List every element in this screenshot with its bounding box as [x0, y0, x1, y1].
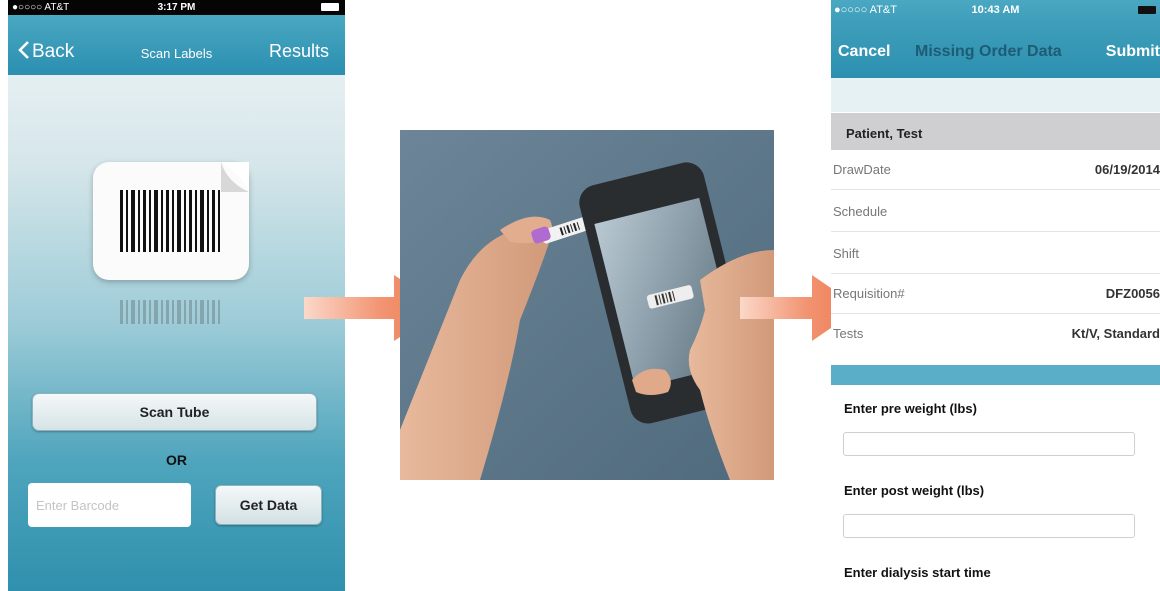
- post-weight-input[interactable]: [843, 514, 1135, 538]
- pre-weight-input[interactable]: [843, 432, 1135, 456]
- submit-button[interactable]: Submit: [1106, 43, 1160, 61]
- row-key: Requisition#: [833, 286, 905, 301]
- nav-title: Missing Order Data: [915, 43, 1062, 60]
- status-time: 10:43 AM: [971, 4, 1020, 16]
- detail-row: DrawDate 06/19/2014: [831, 150, 1160, 190]
- scanning-photo: [400, 130, 774, 480]
- spacer-band: [831, 78, 1160, 112]
- pre-weight-label: Enter pre weight (lbs): [844, 401, 977, 416]
- section-divider: [831, 365, 1160, 385]
- row-key: Shift: [833, 246, 860, 261]
- row-value: DFZ0056: [1105, 286, 1160, 301]
- row-key: DrawDate: [833, 162, 891, 177]
- nav-bar: Back Scan Labels Results: [8, 15, 345, 75]
- detail-row: Shift: [831, 234, 1160, 274]
- battery-icon: [1138, 6, 1156, 14]
- results-button[interactable]: Results: [269, 41, 329, 62]
- row-key: Tests: [833, 326, 864, 341]
- section-header-label: Patient, Test: [846, 126, 923, 141]
- row-key: Schedule: [833, 204, 888, 219]
- detail-row: Requisition# DFZ0056: [831, 274, 1160, 314]
- barcode-input[interactable]: [28, 483, 191, 527]
- get-data-button[interactable]: Get Data: [215, 485, 322, 525]
- status-bar: ●○○○○ AT&T 3:17 PM: [8, 0, 345, 15]
- post-weight-label: Enter post weight (lbs): [844, 483, 985, 498]
- cancel-button[interactable]: Cancel: [838, 43, 890, 61]
- barcode-label-illustration: [93, 162, 249, 280]
- row-value: 06/19/2014: [1094, 162, 1160, 177]
- right-phone-screen: ●○○○○ AT&T 10:43 AM Cancel Missing Order…: [831, 0, 1160, 591]
- detail-row: Schedule: [831, 192, 1160, 232]
- barcode-icon: [120, 162, 249, 252]
- or-divider-text: OR: [166, 452, 187, 468]
- barcode-reflection: [93, 298, 249, 328]
- status-time: 3:17 PM: [157, 2, 196, 13]
- scan-tube-button[interactable]: Scan Tube: [32, 393, 317, 431]
- left-phone-screen: ●○○○○ AT&T 3:17 PM Back Scan Labels Resu…: [8, 0, 345, 591]
- section-header: Patient, Test: [831, 113, 1160, 150]
- detail-row: Tests Kt/V, Standard: [831, 314, 1160, 353]
- battery-icon: [321, 3, 339, 11]
- status-bar: ●○○○○ AT&T 10:43 AM: [831, 0, 1160, 20]
- nav-bar: Cancel Missing Order Data Submit: [831, 20, 1160, 78]
- row-value: Kt/V, Standard: [1071, 326, 1160, 341]
- dialysis-start-label: Enter dialysis start time: [844, 565, 991, 580]
